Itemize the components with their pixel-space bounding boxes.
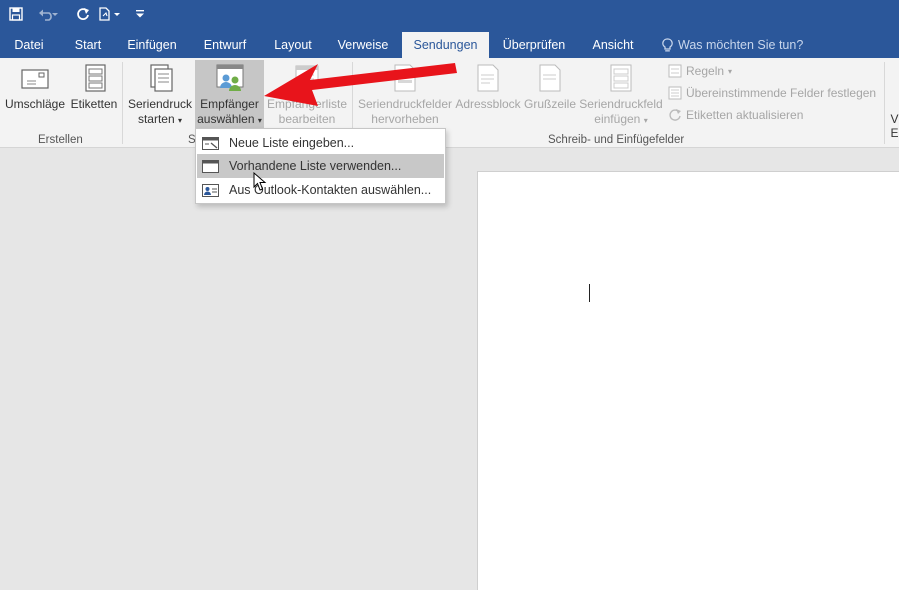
vorschau-fragment: E: [890, 126, 899, 142]
seriendruck-starten-button[interactable]: Seriendruck starten ▾: [127, 62, 193, 130]
vorschau-fragment-1: V: [890, 112, 899, 126]
menu-item-vorhandene-liste[interactable]: Vorhandene Liste verwenden...: [197, 154, 444, 178]
tab-ueberpruefen[interactable]: Überprüfen: [496, 32, 572, 58]
etiketten-aktualisieren-button[interactable]: Etiketten aktualisieren: [668, 106, 803, 124]
empfaenger-label: Empfänger: [200, 97, 259, 111]
empfaenger-auswaehlen-button[interactable]: Empfänger auswählen ▾: [195, 60, 264, 130]
group-separator: [122, 62, 123, 144]
match-fields-icon: [668, 86, 682, 100]
regeln-label: Regeln: [686, 64, 725, 78]
tab-einfuegen[interactable]: Einfügen: [120, 32, 184, 58]
adressblock-label: Adressblock: [455, 97, 521, 111]
empfaengerliste-bearbeiten-button[interactable]: Empfängerliste bearbeiten: [265, 62, 349, 130]
group-label-schreib: Schreib- und Einfügefelder: [548, 134, 685, 146]
hervorheben-label: Seriendruckfelder: [357, 97, 453, 111]
vorschau-fragment-2: E: [890, 126, 899, 140]
insert-merge-field-icon: [610, 64, 632, 92]
tab-start[interactable]: Start: [62, 32, 114, 58]
tab-sendungen[interactable]: Sendungen: [402, 32, 489, 58]
empfaenger-dropdown-menu: Neue Liste eingeben... Vorhandene Liste …: [195, 128, 446, 204]
tab-entwurf[interactable]: Entwurf: [196, 32, 254, 58]
bearbeiten-label: Empfängerliste: [266, 97, 348, 111]
umschlaege-label: Umschläge: [4, 97, 66, 111]
adressblock-button[interactable]: Adressblock: [454, 62, 522, 130]
menu-item-neue-liste[interactable]: Neue Liste eingeben...: [197, 131, 444, 155]
tab-datei[interactable]: Datei: [4, 32, 54, 58]
etiketten-button[interactable]: Etiketten: [68, 62, 120, 130]
ribbon-sendungen: Umschläge Etiketten Erstellen Seriendruc…: [0, 58, 899, 148]
outlook-contacts-icon: [202, 183, 219, 197]
envelope-icon: [21, 69, 49, 89]
bearbeiten-label-2: bearbeiten: [278, 112, 336, 126]
mouse-cursor-icon: [253, 172, 267, 191]
rules-icon: [668, 64, 682, 78]
seriendruckfeld-einfuegen-button[interactable]: Seriendruckfeld einfügen ▾: [578, 62, 664, 130]
undo-icon[interactable]: [34, 4, 64, 24]
menu-item-outlook-kontakte[interactable]: Aus Outlook-Kontakten auswählen...: [197, 178, 444, 202]
select-recipients-icon: [216, 64, 243, 91]
new-list-icon: [202, 136, 219, 150]
address-block-icon: [477, 64, 499, 92]
einfuegen-label-2: einfügen ▾: [594, 112, 648, 126]
tab-verweise[interactable]: Verweise: [330, 32, 396, 58]
etiketten-aktualisieren-label: Etiketten aktualisieren: [686, 108, 804, 122]
hervorheben-label-2: hervorheben: [371, 112, 439, 126]
grusszeile-button[interactable]: Grußzeile: [522, 62, 578, 130]
group-label-erstellen: Erstellen: [38, 134, 83, 146]
highlight-fields-icon: [394, 64, 416, 92]
redo-icon[interactable]: [74, 4, 92, 24]
tell-me-placeholder: Was möchten Sie tun?: [678, 38, 804, 52]
labels-icon: [85, 64, 106, 92]
felder-festlegen-button[interactable]: Übereinstimmende Felder festlegen: [668, 84, 876, 102]
empfaenger-label-2: auswählen ▾: [197, 112, 262, 126]
print-layout-icon[interactable]: [96, 4, 126, 24]
save-icon[interactable]: [6, 4, 26, 24]
lightbulb-icon: [662, 37, 673, 51]
ribbon-tabs: Datei Start Einfügen Entwurf Layout Verw…: [0, 28, 899, 58]
edit-recipient-list-icon: [295, 65, 319, 89]
tab-layout[interactable]: Layout: [264, 32, 322, 58]
document-page[interactable]: [477, 171, 899, 590]
regeln-button[interactable]: Regeln ▾: [668, 62, 732, 80]
existing-list-icon: [202, 159, 219, 173]
felder-festlegen-label: Übereinstimmende Felder festlegen: [686, 86, 877, 100]
seriendruck-starten-label-2: starten ▾: [137, 112, 183, 126]
umschlaege-button[interactable]: Umschläge: [4, 62, 66, 130]
einfuegen-label: Seriendruckfeld: [579, 97, 663, 111]
menu-item-label: Neue Liste eingeben...: [229, 136, 355, 150]
text-cursor: [589, 284, 590, 302]
tell-me-box[interactable]: Was möchten Sie tun?: [662, 32, 803, 58]
etiketten-label: Etiketten: [70, 97, 118, 111]
greeting-line-icon: [539, 64, 561, 92]
mail-merge-start-icon: [150, 64, 173, 92]
customize-qat-icon[interactable]: [134, 4, 146, 24]
group-separator: [884, 62, 885, 144]
seriendruck-starten-label: Seriendruck: [127, 97, 193, 111]
menu-item-label: Vorhandene Liste verwenden...: [229, 159, 402, 173]
grusszeile-label: Grußzeile: [523, 97, 576, 111]
update-labels-icon: [669, 109, 681, 121]
seriendruckfelder-hervorheben-button[interactable]: Seriendruckfelder hervorheben: [356, 62, 454, 130]
tab-ansicht[interactable]: Ansicht: [582, 32, 644, 58]
title-bar: [0, 0, 899, 28]
